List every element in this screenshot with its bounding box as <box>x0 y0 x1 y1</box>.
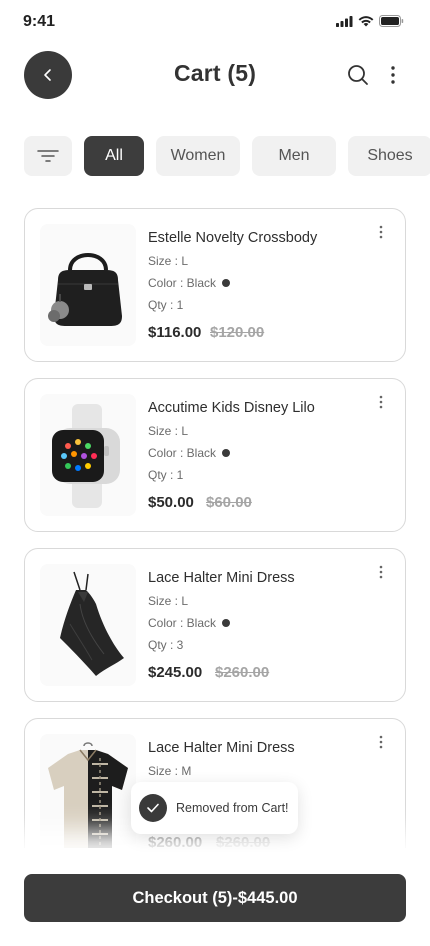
status-time: 9:41 <box>23 13 56 30</box>
wifi-icon <box>358 15 374 26</box>
product-name: Lace Halter Mini Dress <box>148 570 295 586</box>
product-size: Size : M <box>148 764 192 778</box>
filter-bar: All Women Men Shoes <box>24 136 430 176</box>
cart-item[interactable]: Lace Halter Mini Dress Size : L Color : … <box>24 548 406 702</box>
color-swatch <box>222 619 231 627</box>
product-image-shirt <box>40 734 136 856</box>
checkout-button[interactable]: Checkout (5)-$445.00 <box>24 874 406 922</box>
color-swatch <box>222 449 231 457</box>
item-menu-button[interactable] <box>377 735 385 749</box>
color-swatch <box>222 279 231 287</box>
toast-message: Removed from Cart! <box>176 801 289 815</box>
more-vertical-icon <box>379 225 383 239</box>
chip-women[interactable]: Women <box>156 136 240 176</box>
more-vertical-icon <box>379 395 383 409</box>
chip-shoes[interactable]: Shoes <box>348 136 430 176</box>
product-old-price: $60.00 <box>206 494 252 511</box>
status-icons <box>336 15 404 27</box>
product-image-smartwatch <box>40 394 136 516</box>
check-icon <box>139 794 167 822</box>
product-color: Color : Black <box>148 276 231 290</box>
product-size: Size : L <box>148 254 189 268</box>
header: Cart (5) <box>0 51 430 99</box>
product-price: $245.00 <box>148 664 203 681</box>
product-old-price: $260.00 <box>215 664 270 681</box>
product-qty: Qty : 1 <box>148 298 184 312</box>
product-name: Estelle Novelty Crossbody <box>148 230 318 246</box>
product-size: Size : L <box>148 424 189 438</box>
more-options-button[interactable] <box>383 63 403 87</box>
product-image-handbag <box>40 224 136 346</box>
product-color: Color : Black <box>148 616 231 630</box>
more-vertical-icon <box>391 66 395 84</box>
product-size: Size : L <box>148 594 189 608</box>
more-vertical-icon <box>379 565 383 579</box>
battery-icon <box>379 15 404 27</box>
product-name: Accutime Kids Disney Lilo <box>148 400 315 416</box>
item-menu-button[interactable] <box>377 395 385 409</box>
filter-icon <box>37 150 59 162</box>
product-qty: Qty : 1 <box>148 468 184 482</box>
more-vertical-icon <box>379 735 383 749</box>
product-qty: Qty : 3 <box>148 638 184 652</box>
search-button[interactable] <box>346 63 370 87</box>
product-price: $116.00 <box>148 324 202 341</box>
product-name: Lace Halter Mini Dress <box>148 740 295 756</box>
filter-button[interactable] <box>24 136 72 176</box>
item-menu-button[interactable] <box>377 225 385 239</box>
toast-notification: Removed from Cart! <box>131 782 298 834</box>
product-old-price: $120.00 <box>210 324 265 341</box>
cart-item[interactable]: Estelle Novelty Crossbody Size : L Color… <box>24 208 406 362</box>
item-menu-button[interactable] <box>377 565 385 579</box>
product-color-label: Color : Black <box>148 276 217 290</box>
status-bar: 9:41 <box>0 0 430 44</box>
product-color: Color : Black <box>148 446 231 460</box>
product-color-label: Color : Black <box>148 446 217 460</box>
product-image-dress <box>40 564 136 686</box>
signal-icon <box>336 15 353 27</box>
chip-all[interactable]: All <box>84 136 144 176</box>
product-color-label: Color : Black <box>148 616 217 630</box>
product-price: $50.00 <box>148 494 194 511</box>
chip-men[interactable]: Men <box>252 136 336 176</box>
cart-item[interactable]: Accutime Kids Disney Lilo Size : L Color… <box>24 378 406 532</box>
search-icon <box>348 65 368 85</box>
